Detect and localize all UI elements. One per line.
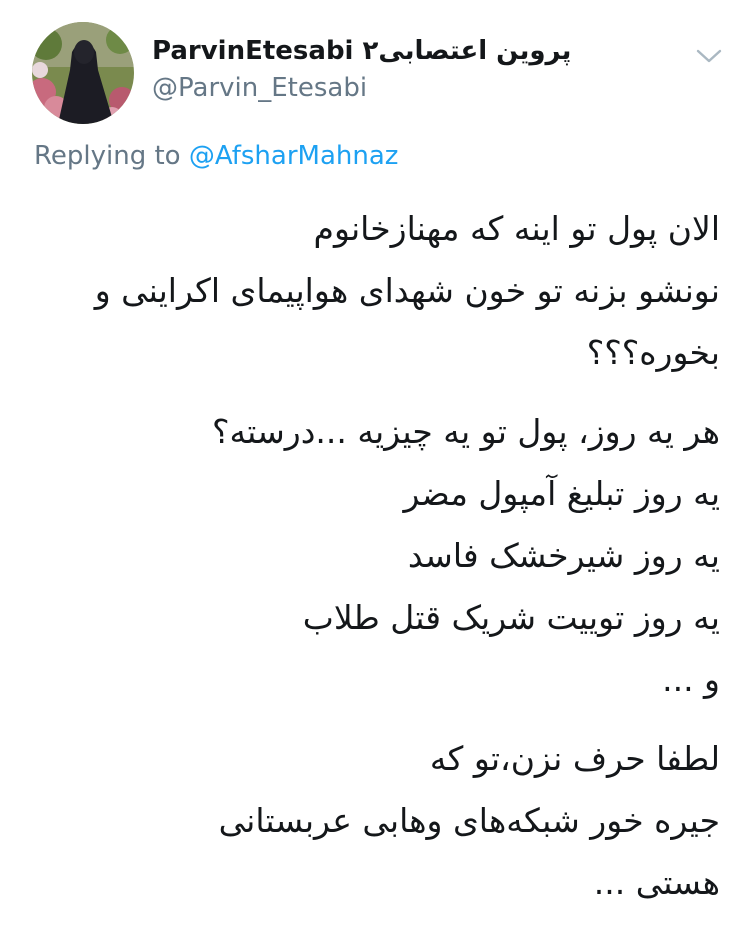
user-handle[interactable]: @Parvin_Etesabi xyxy=(152,73,367,103)
tweet-menu-button[interactable] xyxy=(694,44,724,68)
tweet-line: هر یه روز، پول تو یه چیزیه ...درسته؟ xyxy=(211,412,720,451)
reply-mention-link[interactable]: @AfsharMahnaz xyxy=(189,141,399,171)
tweet-line: و ... xyxy=(662,660,720,699)
tweet-line: نونشو بزنه تو خون شهدای هواپیمای اکراینی… xyxy=(94,271,720,310)
tweet-line: لطفا حرف نزن،تو که xyxy=(429,739,720,778)
tweet-line: هستی ... xyxy=(593,863,720,902)
tweet-text: الان پول تو اینه که مهنازخانوم نونشو بزن… xyxy=(28,198,720,914)
display-name[interactable]: ParvinEtesabi پروین اعتصابی۲ xyxy=(152,36,571,66)
replying-to-label: Replying to xyxy=(34,141,181,171)
avatar-photo-icon xyxy=(32,22,134,124)
tweet-line: یه روز شیرخشک فاسد xyxy=(407,536,720,575)
tweet-line: یه روز تبلیغ آمپول مضر xyxy=(403,474,720,513)
tweet-line: الان پول تو اینه که مهنازخانوم xyxy=(313,209,720,248)
tweet-line: یه روز توییت شریک قتل طلاب xyxy=(302,598,720,637)
tweet-line: بخوره؟؟؟ xyxy=(586,333,720,372)
chevron-down-icon xyxy=(696,49,722,63)
tweet-line: جیره خور شبکه‌های وهابی عربستانی xyxy=(218,801,720,840)
avatar[interactable] xyxy=(32,22,134,124)
replying-to: Replying to @AfsharMahnaz xyxy=(34,141,398,171)
